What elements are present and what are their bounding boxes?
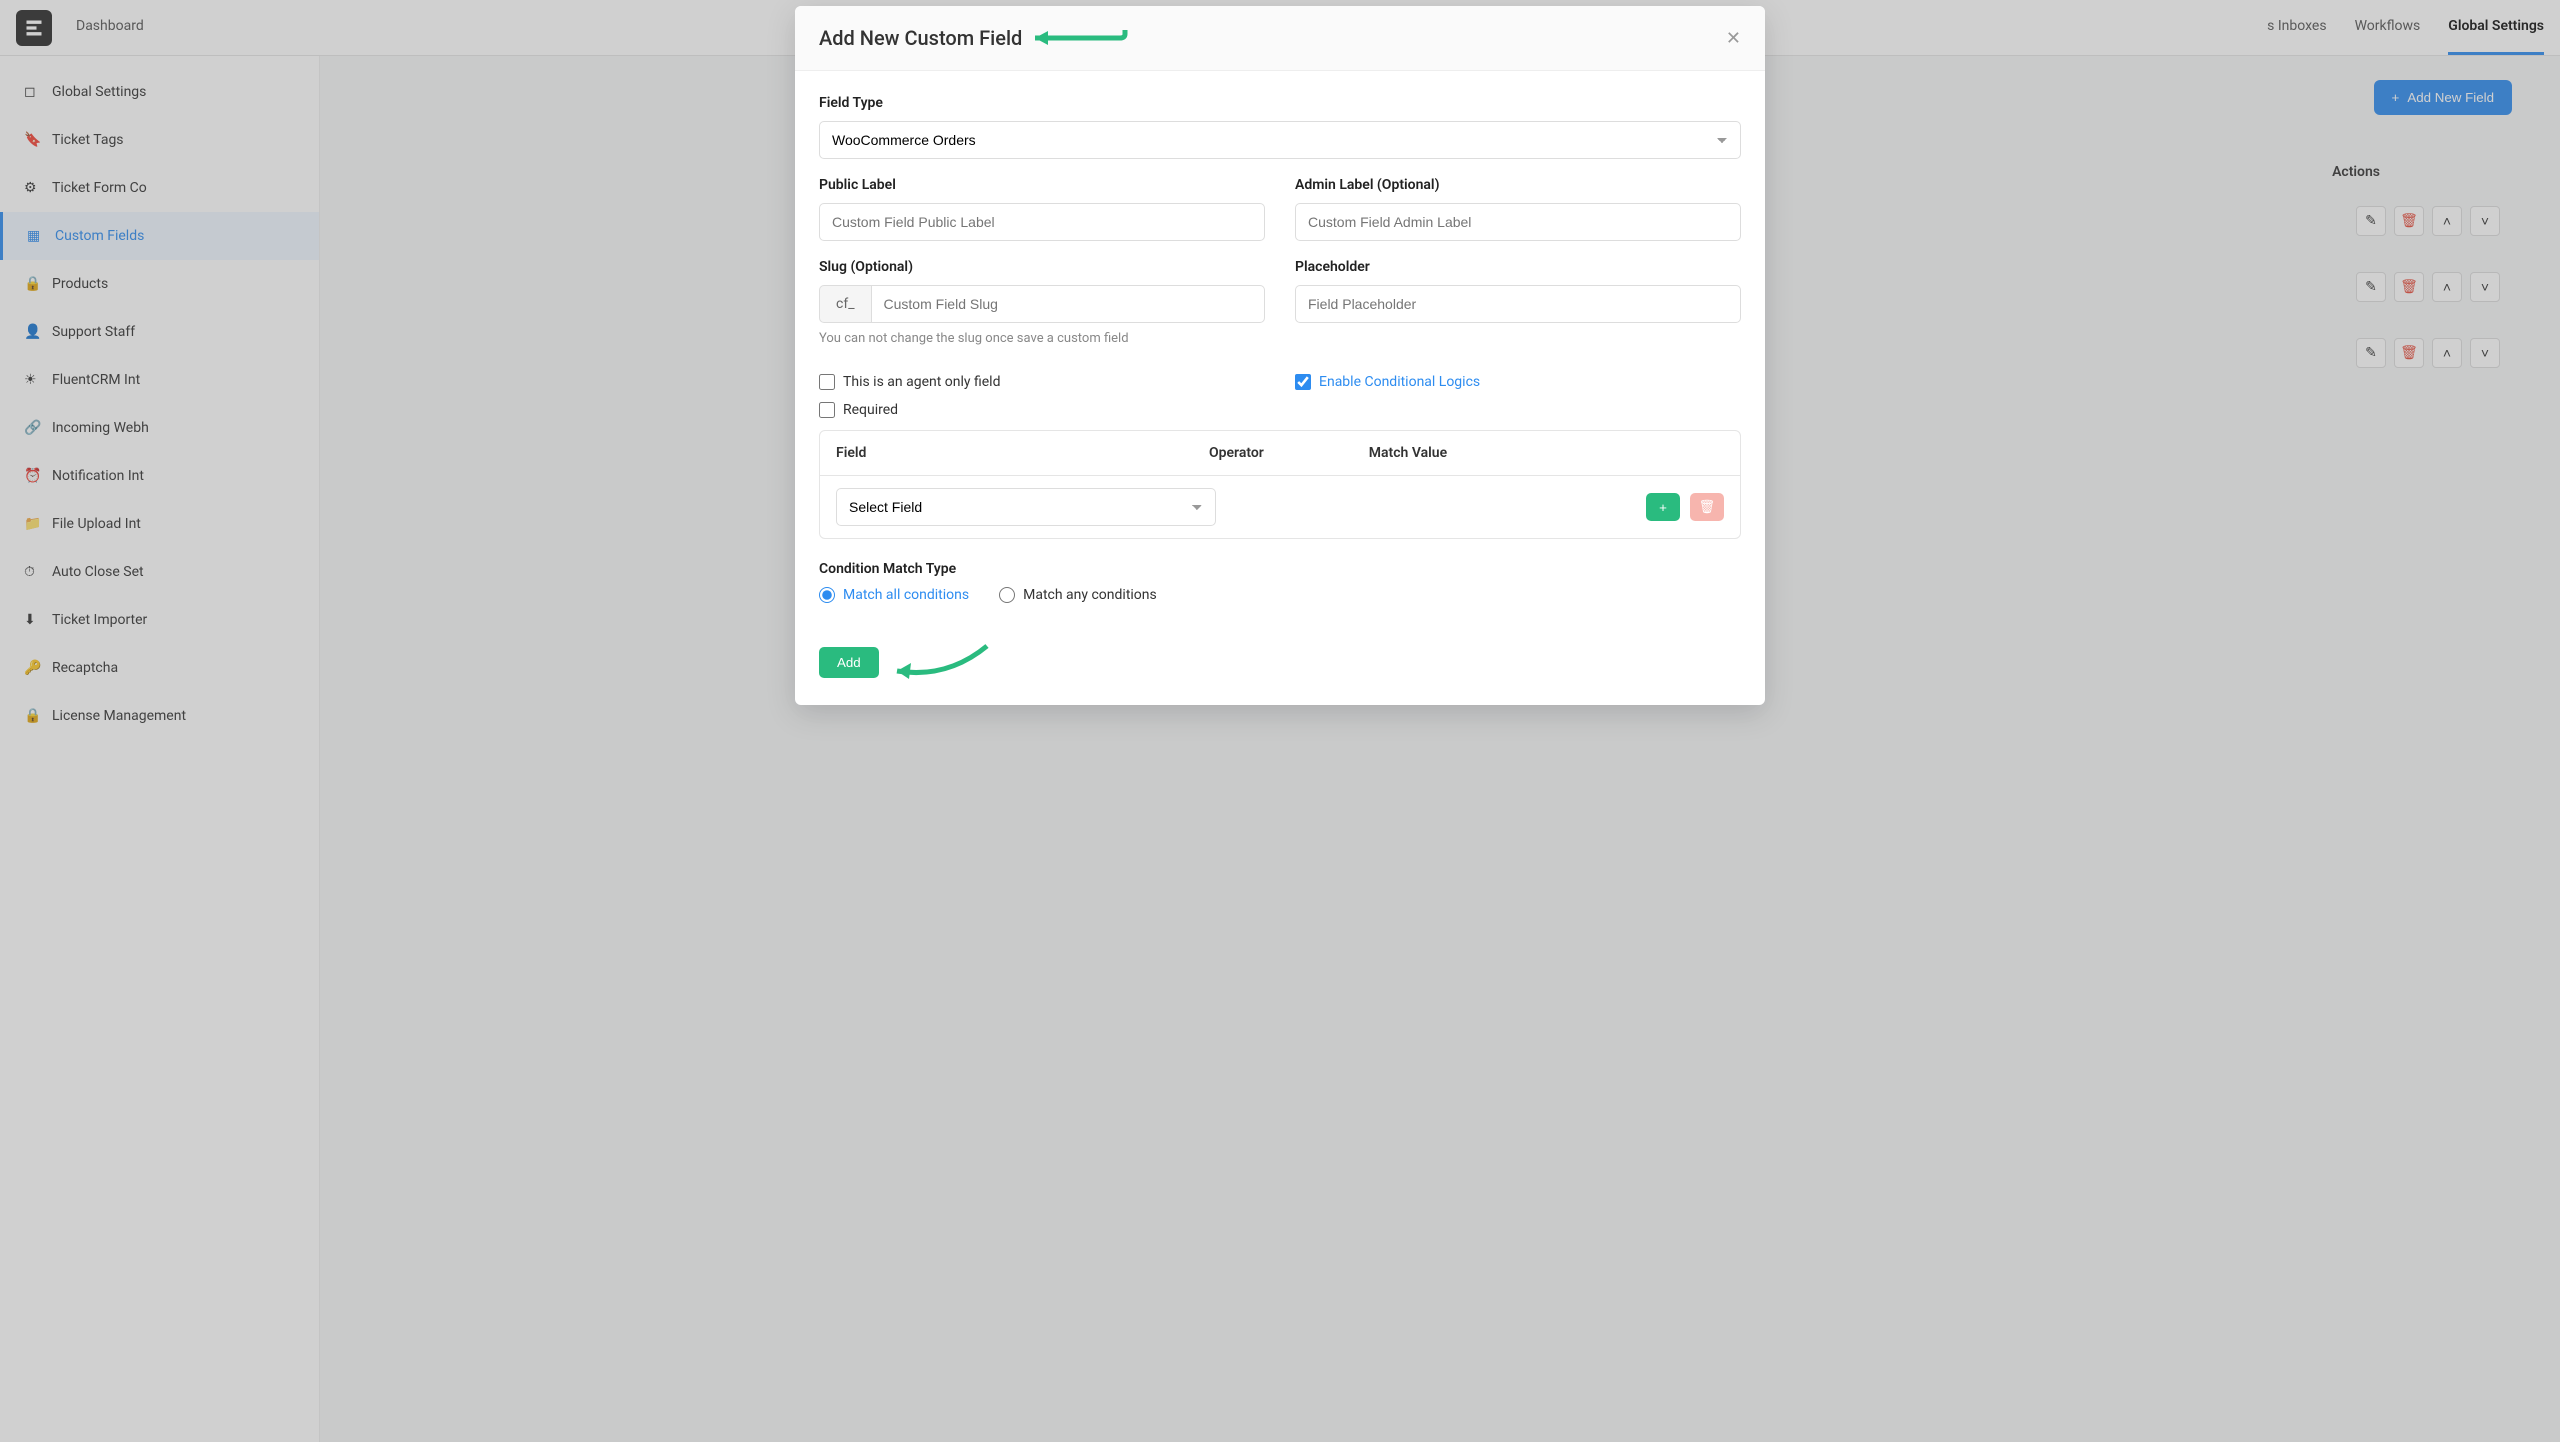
annotation-arrow-title	[1030, 26, 1130, 50]
field-type-select[interactable]: WooCommerce Orders	[819, 121, 1741, 159]
match-all-label: Match all conditions	[843, 587, 969, 603]
close-icon[interactable]: ✕	[1726, 28, 1741, 49]
public-label-input[interactable]	[819, 203, 1265, 241]
field-type-label: Field Type	[819, 95, 1741, 111]
cond-field-header: Field	[836, 445, 1209, 461]
slug-help-text: You can not change the slug once save a …	[819, 331, 1265, 346]
cond-operator-header: Operator	[1209, 445, 1369, 461]
public-label-label: Public Label	[819, 177, 1265, 193]
placeholder-input[interactable]	[1295, 285, 1741, 323]
slug-label: Slug (Optional)	[819, 259, 1265, 275]
modal-overlay: Add New Custom Field ✕ Field Type WooCom…	[0, 0, 2560, 1442]
modal-header: Add New Custom Field ✕	[795, 6, 1765, 71]
agent-only-label: This is an agent only field	[843, 374, 1000, 390]
required-label: Required	[843, 402, 898, 418]
required-checkbox[interactable]	[819, 402, 835, 418]
add-custom-field-modal: Add New Custom Field ✕ Field Type WooCom…	[795, 6, 1765, 705]
annotation-arrow-submit	[887, 641, 997, 681]
agent-only-checkbox[interactable]	[819, 374, 835, 390]
admin-label-input[interactable]	[1295, 203, 1741, 241]
placeholder-label: Placeholder	[1295, 259, 1741, 275]
match-any-radio[interactable]	[999, 587, 1015, 603]
cond-field-select[interactable]: Select Field	[836, 488, 1216, 526]
cond-delete-button[interactable]: 🗑	[1690, 493, 1724, 521]
conditional-table: Field Operator Match Value Select Field …	[819, 430, 1741, 539]
match-type-label: Condition Match Type	[819, 561, 1741, 577]
modal-title: Add New Custom Field	[819, 26, 1022, 50]
add-submit-button[interactable]: Add	[819, 647, 879, 678]
match-all-radio[interactable]	[819, 587, 835, 603]
slug-input[interactable]	[871, 285, 1265, 323]
admin-label-label: Admin Label (Optional)	[1295, 177, 1741, 193]
cond-add-button[interactable]: +	[1646, 493, 1680, 521]
cond-value-header: Match Value	[1369, 445, 1724, 461]
enable-conditional-label: Enable Conditional Logics	[1319, 374, 1480, 390]
enable-conditional-checkbox[interactable]	[1295, 374, 1311, 390]
match-any-label: Match any conditions	[1023, 587, 1157, 603]
slug-prefix: cf_	[819, 285, 871, 323]
